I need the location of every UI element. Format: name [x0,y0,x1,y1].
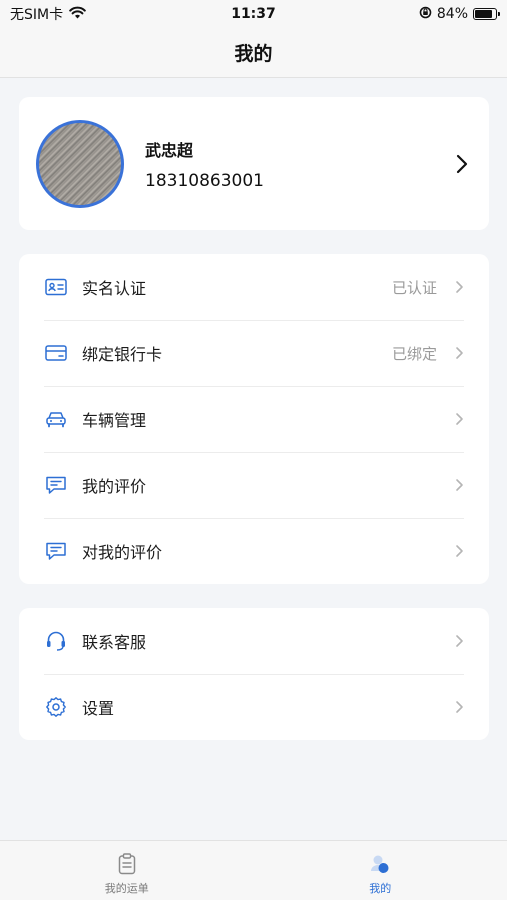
wifi-icon [69,6,86,23]
menu-item-real-name[interactable]: 实名认证 已认证 [19,254,489,320]
menu-label-bank-card: 绑定银行卡 [82,345,163,364]
menu-label-customer-service: 联系客服 [82,633,147,652]
tab-bar: 我的运单 我的 [0,840,507,900]
menu-status-bank-card: 已绑定 [391,344,437,363]
profile-info: 武忠超 18310863001 [145,137,455,191]
chat-icon [44,539,68,563]
page-title: 我的 [0,28,507,78]
status-right: 84% [419,6,500,23]
tab-label-my-waybills: 我的运单 [104,882,149,895]
chevron-right-icon [456,413,463,425]
tab-mine[interactable]: 我的 [254,841,507,900]
account-menu: 实名认证 已认证 绑定银行卡 已绑定 车辆管理 我的评价 对我的评价 [19,254,489,584]
tab-my-waybills[interactable]: 我的运单 [0,841,254,900]
chevron-right-icon [456,545,463,557]
menu-status-real-name: 已认证 [391,278,437,297]
menu-item-customer-service[interactable]: 联系客服 [19,608,489,674]
orientation-lock-icon [419,6,432,23]
battery-fill [475,10,492,18]
chevron-right-icon[interactable] [455,153,469,175]
menu-label-reviews-of-me: 对我的评价 [82,543,163,562]
profile-phone: 18310863001 [145,170,264,191]
chat-icon [44,473,68,497]
menu-item-reviews-of-me[interactable]: 对我的评价 [19,518,489,584]
status-left: 无SIM卡 [10,4,86,24]
menu-item-settings[interactable]: 设置 [19,674,489,740]
menu-item-bank-card[interactable]: 绑定银行卡 已绑定 [19,320,489,386]
chevron-right-icon [456,479,463,491]
car-icon [44,407,68,431]
user-icon [371,855,389,873]
battery-icon [473,8,500,20]
menu-item-my-reviews[interactable]: 我的评价 [19,452,489,518]
chevron-right-icon [456,281,463,293]
menu-item-vehicle[interactable]: 车辆管理 [19,386,489,452]
gear-icon [44,695,68,719]
support-menu: 联系客服 设置 [19,608,489,740]
chevron-right-icon [456,635,463,647]
tab-label-mine: 我的 [369,882,392,895]
avatar[interactable] [36,119,124,208]
menu-label-settings: 设置 [82,699,115,718]
menu-label-real-name: 实名认证 [82,279,147,298]
profile-name: 武忠超 [145,140,194,160]
menu-label-my-reviews: 我的评价 [82,477,147,496]
bank-card-icon [44,341,68,365]
id-card-icon [44,275,68,299]
headset-icon [44,629,68,653]
chevron-right-icon [456,347,463,359]
menu-label-vehicle: 车辆管理 [82,411,147,430]
status-bar: 无SIM卡 11:37 84% [0,0,507,28]
chevron-right-icon [456,701,463,713]
carrier-text: 无SIM卡 [10,7,64,23]
clipboard-icon [118,853,135,875]
profile-card[interactable]: 武忠超 18310863001 [19,97,489,230]
battery-percent: 84% [436,6,468,22]
